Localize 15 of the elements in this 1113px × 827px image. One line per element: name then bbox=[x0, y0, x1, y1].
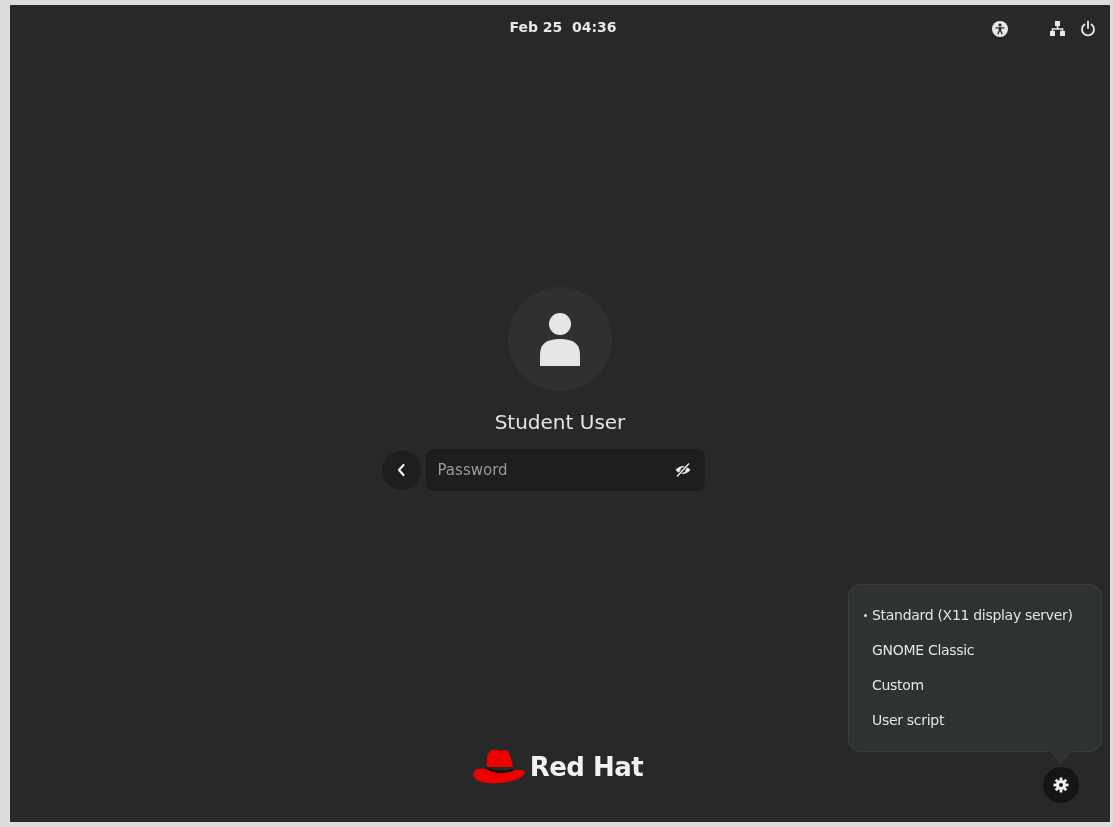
password-field[interactable]: Password bbox=[425, 449, 705, 491]
clock[interactable]: Feb 25 04:36 bbox=[509, 17, 617, 38]
settings-icon bbox=[1053, 777, 1069, 793]
chevron-left-icon bbox=[396, 463, 406, 477]
power-icon[interactable] bbox=[1080, 20, 1096, 37]
user-name: Student User bbox=[494, 409, 626, 436]
session-option[interactable]: GNOME Classic bbox=[872, 640, 975, 661]
logo-text: Red Hat bbox=[529, 750, 644, 784]
network-icon[interactable] bbox=[1049, 20, 1066, 37]
session-option[interactable]: Custom bbox=[872, 675, 924, 696]
accessibility-icon[interactable] bbox=[991, 20, 1009, 38]
session-option[interactable]: User script bbox=[872, 710, 945, 731]
settings-button[interactable] bbox=[1043, 767, 1079, 803]
eye-slash-icon[interactable] bbox=[673, 462, 692, 478]
session-option[interactable]: Standard (X11 display server) bbox=[872, 605, 1073, 626]
